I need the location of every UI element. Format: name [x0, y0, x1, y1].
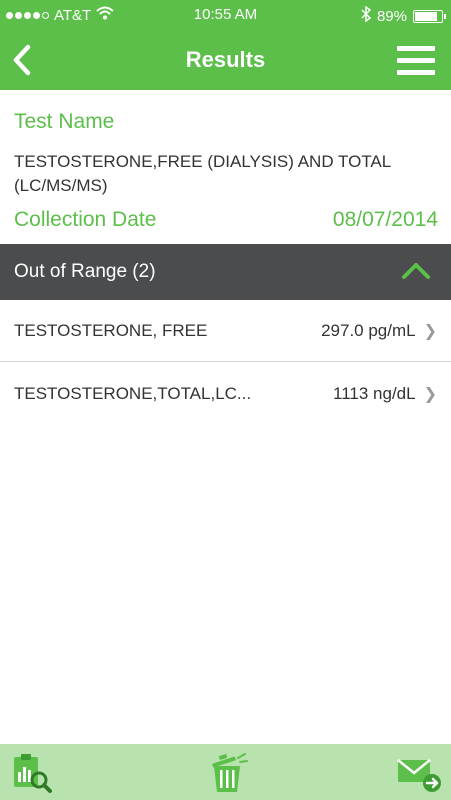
result-value: 1113 ng/dL	[333, 384, 416, 403]
bottom-toolbar	[0, 744, 451, 800]
status-bar: AT&T 10:55 AM 89%	[0, 0, 451, 30]
hamburger-menu-icon	[397, 46, 435, 51]
result-value: 297.0 pg/mL	[321, 320, 416, 340]
delete-button[interactable]	[205, 752, 249, 794]
send-mail-icon	[397, 759, 441, 792]
battery-fill	[415, 11, 437, 21]
collection-date-label: Collection Date	[14, 208, 157, 231]
result-name: TESTOSTERONE, FREE	[14, 320, 208, 340]
result-row[interactable]: TESTOSTERONE, FREE 297.0 pg/mL ❯	[0, 300, 451, 362]
nav-bar: Results	[0, 30, 451, 90]
test-name-label: Test Name	[14, 110, 115, 133]
out-of-range-header[interactable]: Out of Range (2)	[0, 244, 451, 300]
menu-button[interactable]	[397, 46, 435, 76]
result-name: TESTOSTERONE,TOTAL,LC...	[14, 384, 252, 403]
chevron-right-icon: ❯	[423, 322, 437, 340]
send-email-button[interactable]	[396, 752, 441, 794]
test-name-value: TESTOSTERONE,FREE (DIALYSIS) AND TOTAL (…	[14, 152, 391, 195]
chevron-up-icon[interactable]	[401, 258, 431, 287]
result-right: 297.0 pg/mL ❯	[321, 321, 437, 341]
page-title: Results	[185, 47, 266, 72]
battery-percent: 89%	[376, 7, 407, 25]
report-search-button[interactable]	[10, 752, 54, 794]
clipboard-chart-search-icon	[14, 754, 52, 793]
chevron-right-icon: ❯	[423, 386, 437, 403]
result-row[interactable]: TESTOSTERONE,TOTAL,LC... 1113 ng/dL ❯	[0, 363, 451, 425]
status-right: 89%	[361, 5, 446, 26]
out-of-range-title: Out of Range (2)	[14, 261, 156, 282]
collection-row: Collection Date 08/07/2014	[14, 208, 438, 232]
bluetooth-icon	[361, 5, 372, 26]
result-right: 1113 ng/dL ❯	[333, 384, 437, 404]
trash-icon	[212, 753, 248, 792]
battery-icon	[413, 9, 446, 23]
collection-date-value: 08/07/2014	[332, 208, 438, 231]
